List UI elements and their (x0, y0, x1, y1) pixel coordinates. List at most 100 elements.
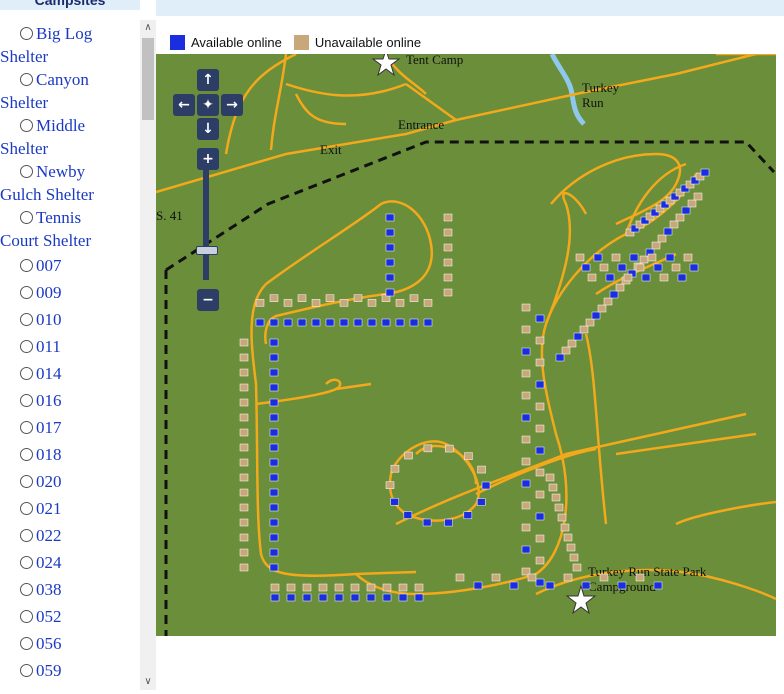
campsite-label: 052 (36, 607, 62, 626)
radio-icon[interactable] (20, 211, 33, 224)
campsite-option[interactable]: Newby Gulch Shelter (0, 160, 138, 206)
entrance-label: Entrance (398, 117, 445, 132)
campsite-option[interactable]: 052 (20, 603, 138, 630)
scroll-up-arrow-icon[interactable]: ∧ (140, 20, 156, 36)
campsite-label-line2: Shelter (0, 139, 49, 158)
campsite-option[interactable]: 017 (20, 414, 138, 441)
right-arrow-icon[interactable]: → (221, 94, 243, 116)
turkey-run-label: Turkey Run (582, 80, 620, 110)
campsite-label-line1: Canyon (36, 70, 89, 89)
campsite-list: Big Log Shelter Canyon Shelter Middle Shelter… (0, 22, 138, 684)
legend-available: Available online (170, 34, 282, 50)
radio-icon[interactable] (20, 664, 33, 677)
campsite-option[interactable]: 059 (20, 657, 138, 684)
campsite-option[interactable]: 018 (20, 441, 138, 468)
exit-label: Exit (320, 142, 342, 157)
campsite-label: 059 (36, 661, 62, 680)
radio-icon[interactable] (20, 556, 33, 569)
radio-icon[interactable] (20, 529, 33, 542)
campsite-label-line2: Shelter (0, 47, 49, 66)
radio-icon[interactable] (20, 73, 33, 86)
left-arrow-icon[interactable]: ← (173, 94, 195, 116)
top-strip (156, 0, 784, 16)
radio-icon[interactable] (20, 119, 33, 132)
campsite-label-line1: Newby (36, 162, 86, 181)
route-label: S. 41 (156, 208, 183, 223)
legend-available-label: Available online (191, 34, 282, 50)
zoom-bar[interactable] (203, 168, 209, 280)
campsite-label-line2: Shelter (0, 93, 49, 112)
radio-icon[interactable] (20, 394, 33, 407)
campsite-option[interactable]: Middle Shelter (0, 114, 138, 160)
campsite-label-line1: Big Log (36, 24, 93, 43)
campsite-label-line1: Middle (36, 116, 86, 135)
campsite-label: 021 (36, 499, 62, 518)
campsite-option[interactable]: 010 (20, 306, 138, 333)
scroll-thumb[interactable] (142, 38, 154, 120)
campsite-sidebar: Campsites Big Log Shelter Canyon Shelter Mid… (0, 0, 156, 690)
campsite-label: 011 (36, 337, 61, 356)
radio-icon[interactable] (20, 259, 33, 272)
sidebar-scrollbar[interactable]: ∧ ∨ (140, 20, 156, 690)
map-canvas[interactable] (156, 54, 776, 636)
campsite-label-line2: Gulch Shelter (0, 185, 94, 204)
campsite-label: 056 (36, 634, 62, 653)
radio-icon[interactable] (20, 165, 33, 178)
minus-icon[interactable]: − (197, 289, 219, 311)
campsite-label-line1: Tennis (36, 208, 82, 227)
radio-icon[interactable] (20, 367, 33, 380)
plus-icon[interactable]: + (197, 148, 219, 170)
zoom-slider-handle[interactable] (196, 246, 218, 255)
radio-icon[interactable] (20, 448, 33, 461)
campground-label: Turkey Run State Park Campground (588, 564, 707, 594)
legend-unavailable: Unavailable online (293, 34, 422, 50)
radio-icon[interactable] (20, 583, 33, 596)
pan-center-icon[interactable]: ✦ (197, 94, 219, 116)
campsite-label: 016 (36, 391, 62, 410)
legend-unavailable-label: Unavailable online (314, 34, 422, 50)
radio-icon[interactable] (20, 313, 33, 326)
campground-map[interactable]: Tent Camp Turkey Run Entrance Exit S. 41… (156, 54, 776, 636)
radio-icon[interactable] (20, 340, 33, 353)
campsite-option[interactable]: Tennis Court Shelter (0, 206, 138, 252)
campsite-option[interactable]: 056 (20, 630, 138, 657)
campsite-label: 024 (36, 553, 62, 572)
scroll-down-arrow-icon[interactable]: ∨ (140, 674, 156, 690)
campsite-option[interactable]: 009 (20, 279, 138, 306)
campsite-option[interactable]: 022 (20, 522, 138, 549)
campsite-option[interactable]: 020 (20, 468, 138, 495)
unavailable-swatch (293, 34, 309, 50)
radio-icon[interactable] (20, 475, 33, 488)
campsite-label: 010 (36, 310, 62, 329)
radio-icon[interactable] (20, 637, 33, 650)
sidebar-header: Campsites (0, 0, 140, 10)
radio-icon[interactable] (20, 421, 33, 434)
radio-icon[interactable] (20, 27, 33, 40)
radio-icon[interactable] (20, 610, 33, 623)
campsite-option[interactable]: Big Log Shelter (0, 22, 138, 68)
campsite-option[interactable]: 007 (20, 252, 138, 279)
campsite-label-line2: Court Shelter (0, 231, 92, 250)
available-swatch (170, 34, 185, 50)
bottom-edge (0, 690, 784, 694)
campsite-option[interactable]: 021 (20, 495, 138, 522)
campsite-label: 022 (36, 526, 62, 545)
radio-icon[interactable] (20, 286, 33, 299)
campsite-label: 009 (36, 283, 62, 302)
campsite-option[interactable]: 016 (20, 387, 138, 414)
radio-icon[interactable] (20, 502, 33, 515)
campsite-option[interactable]: 011 (20, 333, 138, 360)
campsite-option[interactable]: Canyon Shelter (0, 68, 138, 114)
campsite-label: 018 (36, 445, 62, 464)
campsite-label: 038 (36, 580, 62, 599)
tent-camp-label: Tent Camp (406, 54, 464, 67)
campsite-label: 014 (36, 364, 62, 383)
campsite-option[interactable]: 038 (20, 576, 138, 603)
campsite-option[interactable]: 014 (20, 360, 138, 387)
campsite-label: 007 (36, 256, 62, 275)
campsite-label: 017 (36, 418, 62, 437)
up-arrow-icon[interactable]: ↑ (197, 69, 219, 91)
campsite-label: 020 (36, 472, 62, 491)
campsite-option[interactable]: 024 (20, 549, 138, 576)
down-arrow-icon[interactable]: ↓ (197, 118, 219, 140)
